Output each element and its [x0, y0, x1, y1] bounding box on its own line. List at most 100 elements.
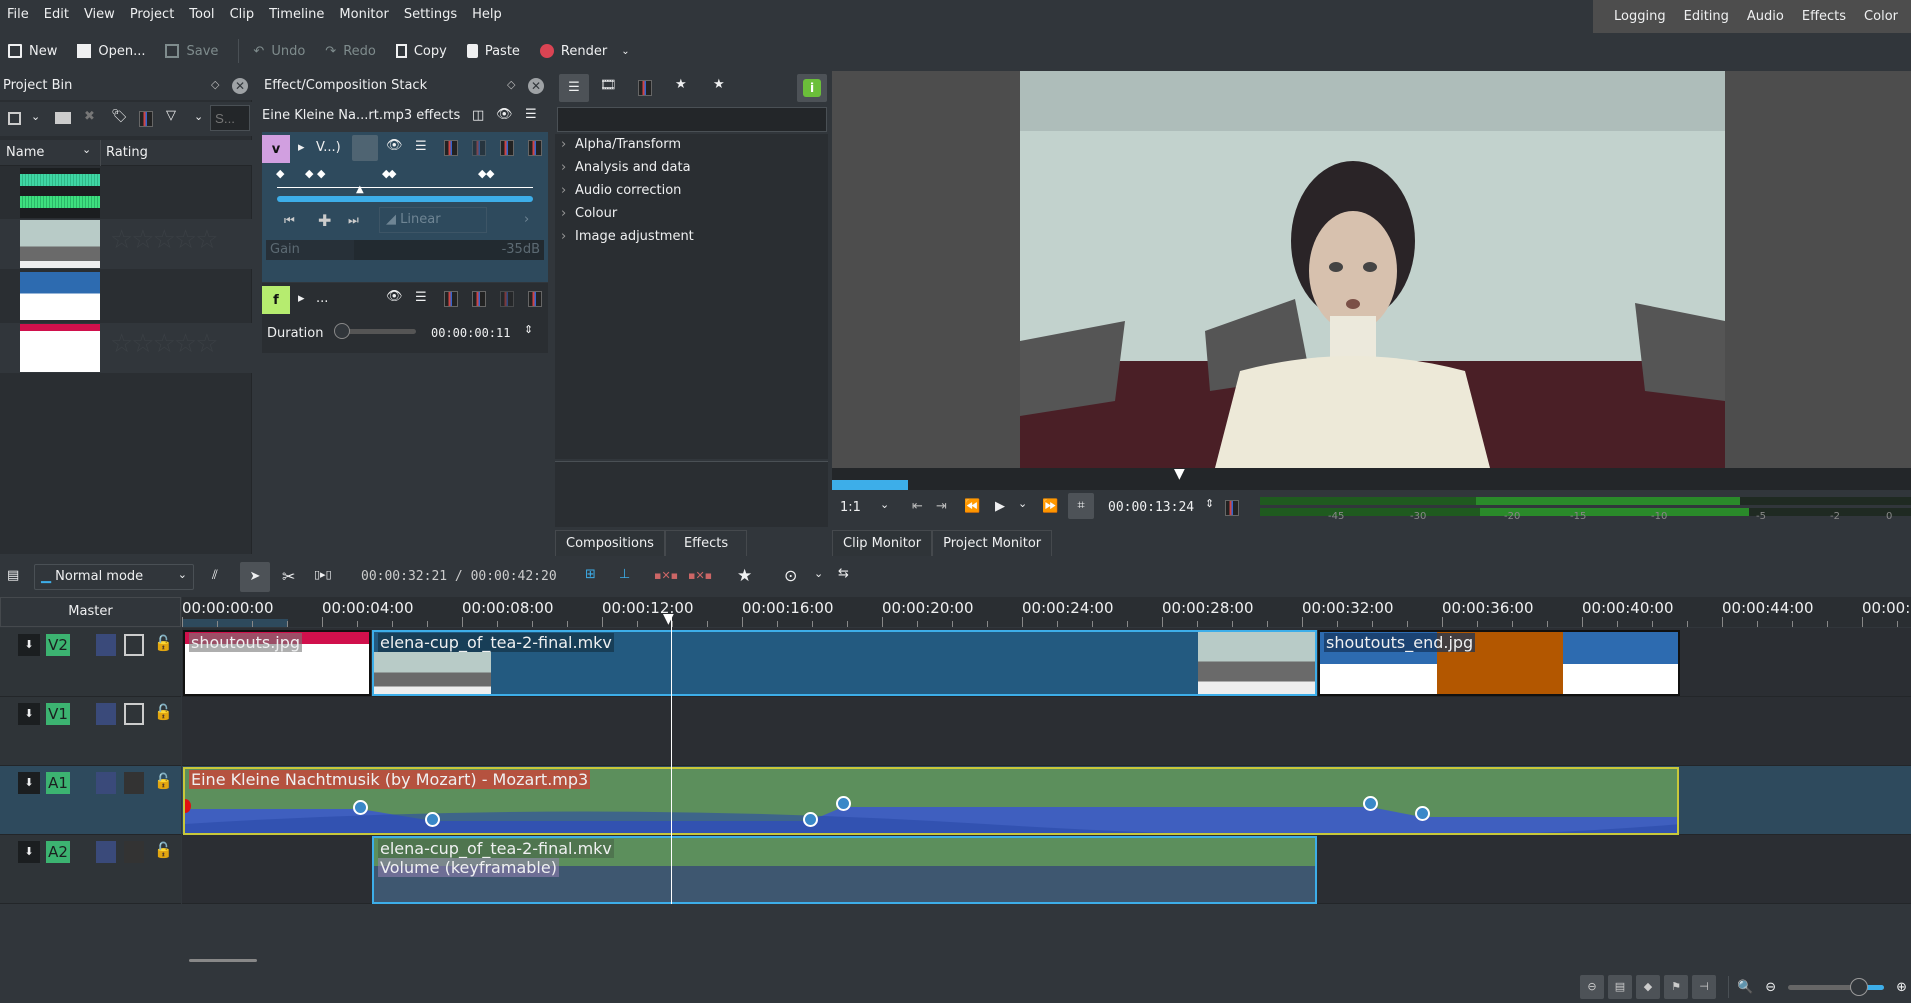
- layout-audio[interactable]: Audio: [1747, 9, 1784, 24]
- video-frame[interactable]: [1020, 71, 1725, 468]
- bin-item-image[interactable]: [0, 271, 252, 321]
- clip-elena-video[interactable]: elena-cup_of_tea-2-final.mkv: [372, 630, 1317, 696]
- zoom-in-icon[interactable]: ⊕: [1896, 980, 1907, 995]
- track-header-v1[interactable]: ⬇ V1 🔓: [0, 697, 181, 766]
- add-keyframe-icon[interactable]: ✚: [318, 211, 331, 230]
- edit-mode-select[interactable]: ▁ Normal mode ⌄: [34, 564, 194, 590]
- keyframe-marker[interactable]: ◆: [276, 167, 284, 180]
- expand-arrow-icon[interactable]: ›: [561, 137, 566, 152]
- timeline-menu-icon[interactable]: ▤: [7, 568, 19, 583]
- copy-button[interactable]: Copy: [395, 44, 447, 59]
- zoom-select[interactable]: 1:1: [840, 500, 861, 515]
- effect-icon[interactable]: [472, 140, 486, 156]
- close-panel-icon[interactable]: ✕: [528, 78, 544, 94]
- category-alpha-transform[interactable]: Alpha/Transform: [575, 137, 681, 152]
- effect-icon[interactable]: [528, 140, 542, 156]
- effect-icon[interactable]: [500, 140, 514, 156]
- video-thumbnails-icon[interactable]: ▤: [1608, 975, 1632, 999]
- keyframe-graph-icon[interactable]: [352, 135, 378, 161]
- effect-icon[interactable]: [444, 140, 458, 156]
- insert-icon[interactable]: ⊞: [585, 567, 596, 582]
- bin-item-video[interactable]: ☆☆☆☆☆: [0, 219, 252, 269]
- effects-icon[interactable]: [139, 111, 153, 127]
- duration-slider-handle[interactable]: [334, 323, 350, 339]
- zone-marker[interactable]: [182, 619, 288, 627]
- effect-icon[interactable]: [500, 291, 514, 307]
- collapse-track-icon[interactable]: ⬇: [18, 841, 40, 863]
- menu-help[interactable]: Help: [465, 0, 510, 22]
- razor-tool-icon[interactable]: ✂: [282, 567, 295, 586]
- chevron-down-icon[interactable]: ⌄: [31, 110, 40, 123]
- effect-icon[interactable]: [444, 291, 458, 307]
- paste-button[interactable]: Paste: [466, 44, 520, 59]
- lock-icon[interactable]: 🔓: [154, 703, 173, 721]
- list-view-icon[interactable]: ☰: [559, 74, 589, 102]
- bin-item-image[interactable]: ☆☆☆☆☆: [0, 323, 252, 373]
- menu-settings[interactable]: Settings: [397, 0, 465, 22]
- mixer-icon[interactable]: ⇆: [838, 566, 849, 581]
- redo-button[interactable]: ↷ Redo: [325, 44, 376, 59]
- layout-color[interactable]: Color: [1864, 9, 1898, 24]
- monitor-playhead-marker[interactable]: ▼: [1174, 466, 1185, 482]
- previous-keyframe-icon[interactable]: ⏮: [284, 213, 295, 228]
- overwrite-icon[interactable]: ⊥: [619, 567, 630, 582]
- play-icon[interactable]: ▶: [995, 499, 1005, 514]
- track-effects-icon[interactable]: [96, 634, 116, 656]
- track-header-a2[interactable]: ⬇ A2 🔓: [0, 835, 181, 904]
- keyframe-handle[interactable]: [1415, 806, 1430, 821]
- monitor-ruler[interactable]: ▼: [832, 466, 1911, 490]
- keyframe-marker[interactable]: ◆: [388, 167, 396, 180]
- effect-icon[interactable]: [528, 291, 542, 307]
- zoom-slider[interactable]: [1788, 977, 1885, 996]
- keyframe-ruler[interactable]: [277, 187, 533, 188]
- filter-icon[interactable]: ▽: [166, 108, 176, 123]
- extract-icon[interactable]: ▪✕▪: [688, 569, 712, 582]
- track-effects-icon[interactable]: [96, 703, 116, 725]
- chevron-right-icon[interactable]: ›: [524, 212, 529, 227]
- mute-audio-icon[interactable]: [124, 841, 144, 863]
- selection-tool-icon[interactable]: ➤: [240, 562, 270, 592]
- menu-clip[interactable]: Clip: [223, 0, 263, 22]
- next-keyframe-icon[interactable]: ⏭: [348, 213, 359, 228]
- layout-logging[interactable]: Logging: [1614, 9, 1666, 24]
- clip-elena-audio[interactable]: elena-cup_of_tea-2-final.mkv Volume (key…: [372, 836, 1317, 904]
- settings-sliders-icon[interactable]: ☰: [415, 290, 427, 305]
- snap-icon[interactable]: ⫽: [212, 568, 218, 583]
- menu-monitor[interactable]: Monitor: [332, 0, 396, 22]
- clip-shoutouts-end[interactable]: shoutouts_end.jpg: [1318, 630, 1680, 696]
- crop-icon[interactable]: ⌗: [1068, 493, 1094, 519]
- track-effects-icon[interactable]: [96, 841, 116, 863]
- keyframe-handle[interactable]: [353, 800, 368, 815]
- collapse-arrow-icon[interactable]: ▸: [298, 291, 305, 306]
- category-audio-correction[interactable]: Audio correction: [575, 183, 681, 198]
- delete-icon[interactable]: ✖: [84, 109, 95, 124]
- audio-thumbnails-icon[interactable]: ◆: [1636, 975, 1660, 999]
- mute-audio-icon[interactable]: [124, 772, 144, 794]
- lock-icon[interactable]: 🔓: [154, 841, 173, 859]
- track-header-a1[interactable]: ⬇ A1 🔓: [0, 766, 181, 835]
- keyframe-handle[interactable]: [425, 812, 440, 827]
- playhead-marker[interactable]: ▼: [663, 611, 674, 627]
- keyframe-timeline-bar[interactable]: [277, 196, 533, 202]
- tag-icon[interactable]: 🏷: [111, 109, 128, 124]
- custom-effects-icon[interactable]: ★: [675, 77, 687, 92]
- keyframe-handle[interactable]: [803, 812, 818, 827]
- expand-arrow-icon[interactable]: ›: [561, 183, 566, 198]
- audio-meter-icon[interactable]: [1225, 500, 1239, 516]
- keyframe-marker[interactable]: ◆: [305, 167, 313, 180]
- open-button[interactable]: Open...: [77, 44, 145, 59]
- hide-video-icon[interactable]: [124, 703, 144, 725]
- audio-effects-icon[interactable]: [638, 80, 652, 96]
- keyframe-marker[interactable]: ◆: [486, 167, 494, 180]
- expand-arrow-icon[interactable]: ›: [561, 229, 566, 244]
- horizontal-scrollbar[interactable]: [189, 959, 257, 962]
- track-effects-icon[interactable]: [96, 772, 116, 794]
- menu-project[interactable]: Project: [123, 0, 182, 22]
- bin-item-audio[interactable]: [0, 167, 252, 219]
- video-effects-icon[interactable]: 🎞: [600, 78, 617, 93]
- effect-icon[interactable]: [472, 291, 486, 307]
- eye-icon[interactable]: 👁: [386, 138, 403, 153]
- track-lane-v1[interactable]: [182, 697, 1911, 766]
- close-panel-icon[interactable]: ✕: [232, 78, 248, 94]
- hide-video-icon[interactable]: [124, 634, 144, 656]
